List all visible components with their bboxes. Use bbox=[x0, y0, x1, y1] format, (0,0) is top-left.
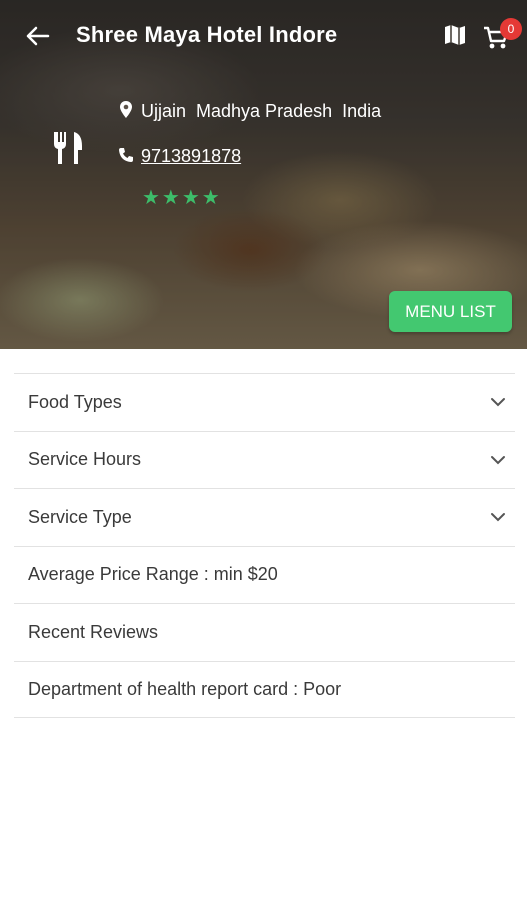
service-hours-row[interactable]: Service Hours bbox=[14, 430, 515, 489]
location-pin-icon bbox=[118, 100, 134, 120]
map-button[interactable] bbox=[442, 22, 468, 48]
health-report-row: Department of health report card : Poor bbox=[14, 660, 515, 718]
chevron-down-icon bbox=[491, 398, 505, 407]
recent-reviews-row[interactable]: Recent Reviews bbox=[14, 603, 515, 661]
menu-list-button[interactable]: MENU LIST bbox=[389, 291, 512, 332]
service-type-row[interactable]: Service Type bbox=[14, 488, 515, 546]
arrow-back-icon bbox=[26, 26, 50, 46]
food-types-row[interactable]: Food Types bbox=[14, 373, 515, 431]
row-label: Service Hours bbox=[28, 449, 142, 470]
chevron-down-icon bbox=[491, 513, 505, 522]
row-label: Recent Reviews bbox=[28, 621, 159, 642]
row-label: Department of health report card : Poor bbox=[28, 678, 342, 699]
cart-count-badge: 0 bbox=[500, 18, 522, 40]
row-label: Food Types bbox=[28, 391, 122, 412]
phone-icon bbox=[118, 147, 134, 163]
phone-link[interactable]: 9713891878 bbox=[141, 146, 241, 167]
details-list: Food Types Service Hours Service Type Av… bbox=[14, 373, 515, 718]
average-price-row: Average Price Range : min $20 bbox=[14, 545, 515, 604]
chevron-down-icon bbox=[491, 455, 505, 464]
row-label: Service Type bbox=[28, 506, 132, 527]
row-label: Average Price Range : min $20 bbox=[28, 564, 278, 585]
rating-stars: ★★★★ bbox=[142, 187, 222, 209]
page-title: Shree Maya Hotel Indore bbox=[76, 22, 338, 47]
back-button[interactable] bbox=[20, 18, 56, 54]
top-app-bar: Shree Maya Hotel Indore 0 bbox=[0, 0, 527, 72]
map-icon bbox=[445, 25, 465, 45]
restaurant-location: Ujjain Madhya Pradesh India bbox=[141, 101, 382, 121]
restaurant-icon bbox=[48, 128, 88, 168]
